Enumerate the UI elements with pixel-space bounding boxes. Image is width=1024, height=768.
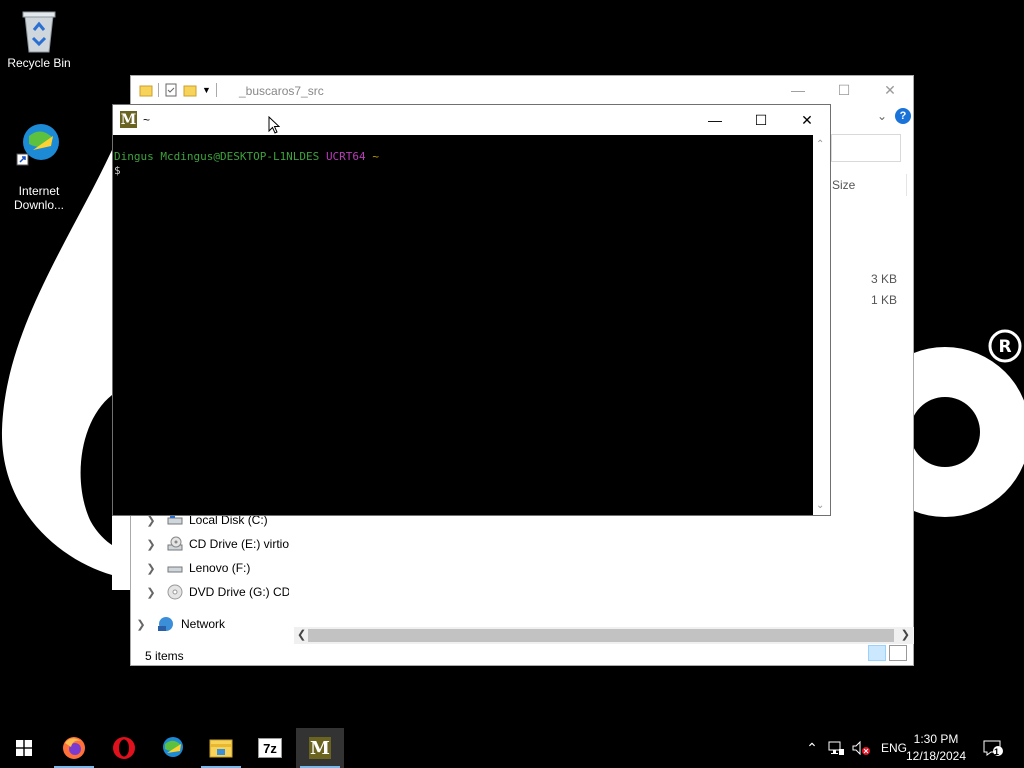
mouse-cursor-icon [268, 116, 280, 134]
close-button[interactable]: ✕ [784, 105, 830, 135]
terminal-window-title: ~ [143, 113, 151, 127]
volume-muted-icon[interactable] [851, 740, 871, 756]
status-item-count: 5 items [145, 649, 184, 663]
maximize-button[interactable]: ☐ [821, 76, 867, 104]
clock-time: 1:30 PM [913, 732, 959, 746]
internet-download-manager-icon [163, 737, 183, 757]
terminal-title-bar[interactable]: M ~ — ☐ ✕ [113, 105, 830, 135]
column-header-size[interactable]: Size [832, 178, 855, 192]
dvd-drive-icon [167, 584, 183, 600]
desktop-icon-label: Internet Downlo... [13, 184, 65, 212]
scroll-left-icon[interactable]: ❮ [297, 628, 306, 641]
file-size-value: 3 KB [870, 272, 897, 286]
network-icon [158, 617, 173, 631]
nav-item-label: CD Drive (E:) virtio-win [189, 537, 289, 551]
internet-download-manager-icon [16, 124, 59, 166]
nav-item-label: Network [181, 617, 226, 631]
chevron-right-icon[interactable]: ❯ [145, 562, 157, 575]
minimize-button[interactable]: — [692, 105, 738, 135]
nav-item-dvd-drive[interactable]: ❯ DVD Drive (G:) CDROM [145, 582, 289, 602]
details-view-icon[interactable] [868, 645, 886, 661]
nav-item-network[interactable]: ❯ Network [135, 614, 225, 634]
terminal-caption-buttons: — ☐ ✕ [692, 105, 830, 135]
recycle-bin-icon [22, 11, 56, 53]
scrollbar-thumb[interactable] [308, 629, 894, 642]
start-button[interactable] [0, 728, 48, 768]
explorer-caption-buttons: — ☐ ✕ [775, 76, 913, 104]
taskbar-7-zip[interactable]: 7z [246, 728, 294, 768]
prompt-environment: UCRT64 [325, 150, 366, 163]
taskbar-msys2[interactable]: M [296, 728, 344, 768]
msys2-logo-icon: M [120, 111, 137, 128]
divider [215, 83, 217, 97]
explorer-nav-edge [112, 515, 130, 590]
prompt-line: Dingus Mcdingus@DESKTOP-L1NLDES UCRT64 ~ [114, 150, 814, 164]
column-divider[interactable] [906, 174, 907, 196]
help-icon[interactable]: ? [895, 108, 911, 124]
action-center-button[interactable]: 1 [982, 728, 1004, 768]
desktop-icon-label: Recycle Bin [7, 56, 71, 70]
msys2-icon: M [309, 737, 331, 759]
properties-icon[interactable] [164, 83, 178, 97]
explorer-window-title: _buscaros7_src [239, 84, 324, 98]
file-size-value: 1 KB [870, 293, 897, 307]
seven-zip-icon: 7z [258, 738, 282, 758]
notification-count-badge: 1 [994, 747, 1000, 757]
prompt-user-host: Dingus Mcdingus@DESKTOP-L1NLDES [114, 150, 320, 163]
nav-item-label: Lenovo (F:) [189, 561, 251, 575]
view-toggle [868, 645, 907, 661]
chevron-right-icon[interactable]: ❯ [135, 618, 147, 631]
taskbar-opera[interactable] [100, 728, 148, 768]
windows-logo-icon [16, 740, 32, 756]
nav-item-lenovo-drive[interactable]: ❯ Lenovo (F:) [145, 558, 250, 578]
customize-quick-access-icon[interactable]: ▼ [202, 85, 211, 95]
scroll-up-icon[interactable]: ⌃ [816, 139, 824, 150]
system-tray: ⌃ ENG [803, 728, 907, 768]
desktop-icon-recycle-bin[interactable]: Recycle Bin [0, 8, 78, 70]
maximize-button[interactable]: ☐ [738, 105, 784, 135]
explorer-title-bar[interactable]: ▼ _buscaros7_src — ☐ ✕ [131, 76, 913, 106]
nav-item-label: DVD Drive (G:) CDROM [189, 585, 289, 599]
file-explorer-icon [209, 739, 233, 758]
expand-ribbon-icon[interactable]: ⌄ [877, 109, 887, 123]
minimize-button[interactable]: — [775, 76, 821, 104]
horizontal-scrollbar[interactable]: ❮ ❯ [294, 627, 914, 644]
close-button[interactable]: ✕ [867, 76, 913, 104]
divider [158, 83, 159, 97]
prompt-symbol: $ [114, 164, 121, 177]
input-line[interactable]: $ [114, 164, 814, 178]
navigation-pane: ❯ Local Disk (C:) ❯ CD Drive (E:) virtio… [131, 508, 289, 648]
chevron-right-icon[interactable]: ❯ [145, 538, 157, 551]
vertical-scrollbar[interactable]: ⌃ ⌄ [813, 135, 830, 515]
nav-item-cd-drive[interactable]: ❯ CD Drive (E:) virtio-win [145, 534, 289, 554]
opera-icon [113, 737, 135, 759]
file-size-column: 3 KB 1 KB [871, 269, 897, 311]
network-status-icon[interactable] [827, 740, 845, 756]
terminal-window[interactable]: M ~ — ☐ ✕ Dingus Mcdingus@DESKTOP-L1NLDE… [112, 104, 831, 516]
terminal-screen[interactable]: Dingus Mcdingus@DESKTOP-L1NLDES UCRT64 ~… [113, 135, 814, 515]
quick-access-toolbar: ▼ [139, 83, 217, 97]
prompt-path: ~ [372, 150, 379, 163]
drive-icon [167, 566, 183, 573]
taskbar-firefox[interactable] [50, 728, 98, 768]
firefox-icon [63, 737, 85, 759]
taskbar-internet-download-manager[interactable] [148, 728, 196, 768]
notification-icon [983, 740, 1003, 756]
clock-date: 12/18/2024 [905, 749, 967, 763]
desktop-icon-internet-download-manager[interactable]: Internet Downlo... [0, 106, 78, 212]
search-input[interactable] [831, 134, 901, 162]
cd-drive-icon [167, 536, 183, 551]
taskbar-clock[interactable]: 1:30 PM 12/18/2024 [904, 731, 968, 765]
new-folder-icon[interactable] [183, 83, 197, 97]
svg-text:R: R [998, 337, 1011, 357]
large-icons-view-icon[interactable] [889, 645, 907, 661]
folder-icon[interactable] [139, 83, 153, 97]
chevron-right-icon[interactable]: ❯ [145, 586, 157, 599]
scroll-right-icon[interactable]: ❯ [901, 628, 910, 641]
taskbar-file-explorer[interactable] [197, 728, 245, 768]
show-hidden-icons-icon[interactable]: ⌃ [803, 740, 821, 757]
ribbon-controls: ⌄ ? [877, 108, 911, 124]
taskbar: 7z M ⌃ ENG 1:30 PM 12/18/2024 1 [0, 728, 1024, 768]
scroll-down-icon[interactable]: ⌄ [816, 500, 824, 511]
